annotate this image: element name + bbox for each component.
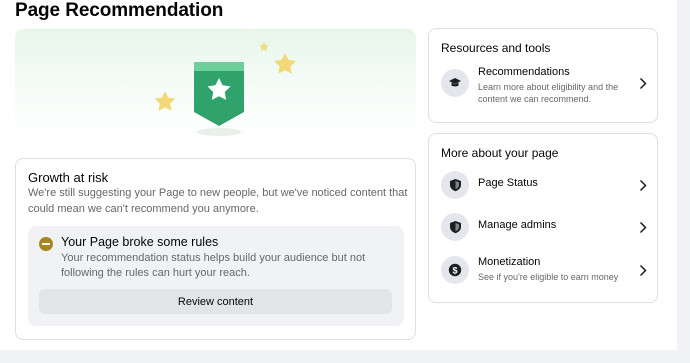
graduation-cap-icon	[441, 69, 469, 97]
recommendations-label: Recommendations	[478, 66, 570, 78]
resources-heading: Resources and tools	[441, 41, 551, 55]
star-icon	[154, 91, 176, 111]
star-icon	[274, 53, 296, 74]
monetization-item[interactable]: $ Monetization See if you're eligible to…	[441, 256, 651, 286]
star-icon	[259, 42, 269, 52]
chevron-right-icon	[639, 264, 647, 282]
shield-icon	[441, 213, 469, 241]
manage-admins-label: Manage admins	[478, 219, 557, 231]
chevron-right-icon	[639, 179, 647, 197]
monetization-label: Monetization	[478, 256, 541, 268]
shield-icon	[441, 171, 469, 199]
recommendations-item[interactable]: Recommendations Learn more about eligibi…	[441, 66, 651, 104]
rules-heading: Your Page broke some rules	[61, 235, 219, 249]
more-about-page-card: More about your page Page Status Manage …	[428, 133, 658, 303]
growth-card: Growth at risk We're still suggesting yo…	[15, 158, 416, 340]
page-title: Page Recommendation	[15, 0, 224, 21]
monetization-subtext: See if you're eligible to earn money	[478, 272, 619, 282]
more-heading: More about your page	[441, 146, 559, 160]
warning-icon	[39, 237, 53, 251]
resources-card: Resources and tools Recommendations Lear…	[428, 28, 658, 123]
manage-admins-item[interactable]: Manage admins	[441, 213, 651, 243]
rules-panel: Your Page broke some rules Your recommen…	[28, 226, 404, 326]
hero-banner	[15, 29, 416, 141]
page-status-label: Page Status	[478, 177, 538, 189]
chevron-right-icon	[639, 77, 647, 95]
chevron-right-icon	[639, 221, 647, 239]
badge-illustration	[154, 42, 296, 136]
growth-description: We're still suggesting your Page to new …	[28, 187, 408, 215]
review-content-button[interactable]: Review content	[39, 289, 392, 314]
growth-heading: Growth at risk	[28, 170, 109, 185]
rules-description: Your recommendation status helps build y…	[61, 252, 366, 279]
page-container: Page Recommendation Growth at risk We're…	[0, 0, 677, 350]
dollar-icon: $	[441, 256, 469, 284]
page-status-item[interactable]: Page Status	[441, 171, 651, 201]
recommendations-subtext: Learn more about eligibility and the con…	[478, 82, 619, 104]
svg-text:$: $	[452, 265, 457, 275]
